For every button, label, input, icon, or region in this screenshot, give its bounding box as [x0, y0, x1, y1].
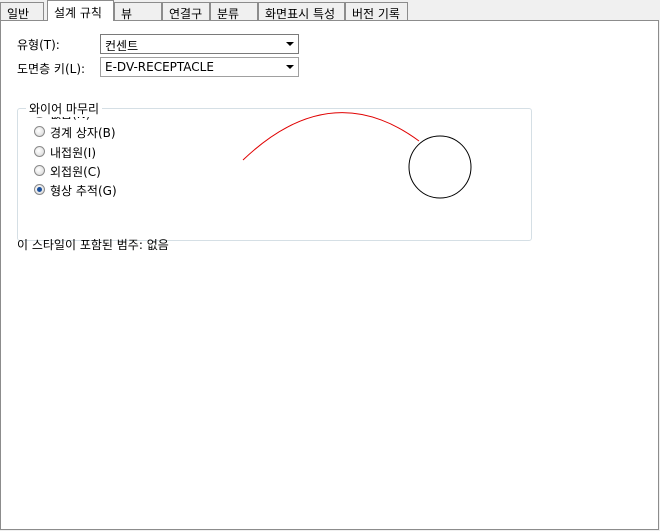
wire-end-preview: [242, 112, 472, 199]
tab-connectors[interactable]: 연결구: [162, 2, 210, 21]
wire-arc: [242, 112, 420, 161]
device-outline-circle: [408, 135, 472, 199]
design-rules-panel: 유형(T): 컨센트 도면층 키(L): E-DV-RECEPTACLE 와이어…: [0, 20, 659, 530]
tab-version-history[interactable]: 버전 기록: [345, 2, 408, 21]
categories-text: 이 스타일이 포함된 범주: 없음: [17, 238, 169, 252]
tab-strip: 일반 설계 규칙 뷰 연결구 분류 화면표시 특성 버전 기록: [0, 0, 660, 21]
tab-design-rules[interactable]: 설계 규칙: [47, 0, 114, 21]
tab-general[interactable]: 일반: [0, 2, 44, 21]
tab-classification[interactable]: 분류: [210, 2, 258, 21]
tab-display-properties[interactable]: 화면표시 특성: [258, 2, 345, 21]
tab-view[interactable]: 뷰: [114, 2, 162, 21]
wire-end-group-title: 와이어 마무리: [26, 100, 103, 117]
